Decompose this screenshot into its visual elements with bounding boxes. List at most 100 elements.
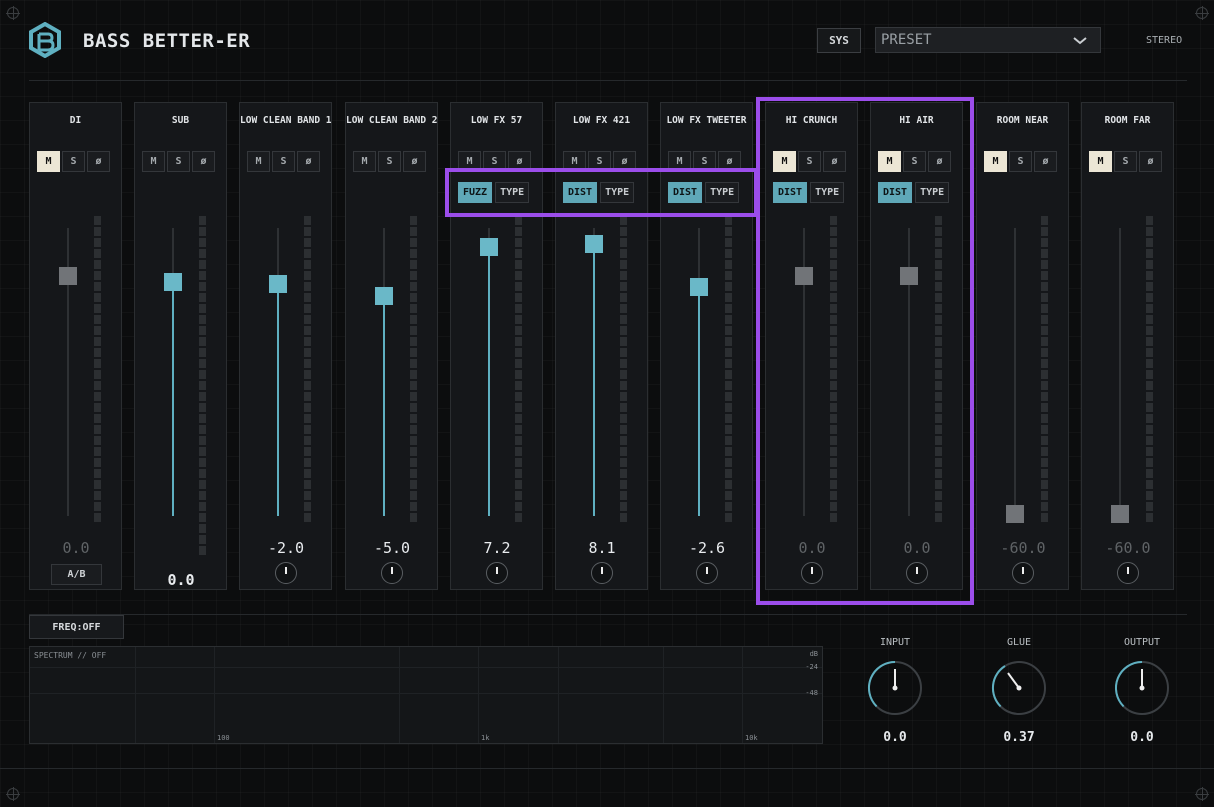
freq-toggle-button[interactable]: FREQ:OFF	[29, 615, 124, 639]
mute-button[interactable]: M	[142, 151, 165, 172]
fader-fill	[277, 284, 279, 516]
solo-button[interactable]: S	[167, 151, 190, 172]
phase-button[interactable]: ø	[1034, 151, 1057, 172]
fader-fill	[383, 296, 385, 516]
mute-button[interactable]: M	[353, 151, 376, 172]
header-divider	[29, 80, 1187, 81]
phase-button[interactable]: ø	[1139, 151, 1162, 172]
db-tick: -48	[805, 689, 818, 697]
solo-button[interactable]: S	[378, 151, 401, 172]
mute-button[interactable]: M	[247, 151, 270, 172]
pan-knob[interactable]	[696, 562, 718, 584]
level-meter	[199, 216, 206, 557]
spectrum-label: SPECTRUM // OFF	[34, 651, 107, 660]
glue-knob[interactable]	[990, 659, 1048, 717]
pan-knob[interactable]	[1117, 562, 1139, 584]
solo-button[interactable]: S	[272, 151, 295, 172]
preset-dropdown[interactable]: PRESET	[875, 27, 1101, 53]
fader-fill	[698, 287, 700, 516]
freq-tick: 100	[217, 734, 230, 742]
phase-button[interactable]: ø	[192, 151, 215, 172]
channel-name: LOW FX 421	[572, 115, 631, 126]
channel-name: ROOM FAR	[1104, 115, 1151, 126]
output-label: OUTPUT	[1123, 637, 1161, 648]
channel-strip: LOW CLEAN BAND 1 M S ø -2.0	[239, 102, 332, 590]
app-title: BASS BETTER-ER	[83, 30, 251, 52]
channel-strip: ROOM NEAR M S ø -60.0	[976, 102, 1069, 590]
db-unit-label: dB	[809, 650, 818, 658]
channel-name: DI	[69, 115, 82, 126]
input-knob[interactable]	[866, 659, 924, 717]
channel-value: 0.0	[167, 571, 195, 589]
app-logo-icon	[29, 22, 61, 58]
fader-handle[interactable]	[269, 275, 287, 293]
footer-divider	[0, 768, 1214, 769]
ab-compare-button[interactable]: A/B	[51, 564, 102, 585]
fader-track[interactable]	[1119, 228, 1121, 516]
freq-tick: 10k	[745, 734, 758, 742]
pan-knob[interactable]	[1012, 562, 1034, 584]
channel-name: LOW CLEAN BAND 2	[346, 115, 438, 126]
fader-handle[interactable]	[164, 273, 182, 291]
fader-track[interactable]	[1014, 228, 1016, 516]
fader-handle[interactable]	[690, 278, 708, 296]
solo-button[interactable]: S	[1114, 151, 1137, 172]
mute-button[interactable]: M	[1089, 151, 1112, 172]
fader-handle[interactable]	[1006, 505, 1024, 523]
mute-button[interactable]: M	[37, 151, 60, 172]
db-tick: -24	[805, 663, 818, 671]
corner-mark	[1195, 787, 1209, 801]
preset-label: PRESET	[881, 32, 932, 48]
channel-strip: SUB M S ø 0.0	[134, 102, 227, 590]
spectrum-display: SPECTRUM // OFF dB -24 -48 100 1k 10k	[29, 646, 823, 744]
level-meter	[304, 216, 311, 524]
level-meter	[94, 216, 101, 524]
hi-band-highlight	[756, 97, 974, 605]
fader-fill	[172, 282, 174, 516]
input-value: 0.0	[883, 730, 907, 745]
level-meter	[1146, 216, 1153, 524]
channel-value: 0.0	[62, 539, 90, 557]
fader-handle[interactable]	[1111, 505, 1129, 523]
corner-mark	[1195, 6, 1209, 20]
level-meter	[410, 216, 417, 524]
fader-handle[interactable]	[59, 267, 77, 285]
channel-name: LOW FX TWEETER	[666, 115, 747, 126]
output-knob[interactable]	[1113, 659, 1171, 717]
channel-value: 7.2	[483, 539, 511, 557]
channel-value: 8.1	[588, 539, 616, 557]
channel-value: -2.0	[267, 539, 305, 557]
glue-value: 0.37	[1003, 730, 1035, 745]
level-meter	[1041, 216, 1048, 524]
corner-mark	[6, 787, 20, 801]
section-divider	[29, 614, 1187, 615]
pan-knob[interactable]	[275, 562, 297, 584]
fader-fill	[593, 244, 595, 516]
fader-handle[interactable]	[585, 235, 603, 253]
channel-name: LOW CLEAN BAND 1	[240, 115, 332, 126]
mute-button[interactable]: M	[984, 151, 1007, 172]
solo-button[interactable]: S	[62, 151, 85, 172]
channel-name: SUB	[171, 115, 190, 126]
pan-knob[interactable]	[381, 562, 403, 584]
channel-value: -60.0	[1105, 539, 1151, 557]
sys-button[interactable]: SYS	[817, 28, 861, 53]
solo-button[interactable]: S	[1009, 151, 1032, 172]
input-label: INPUT	[879, 637, 911, 648]
pan-knob[interactable]	[486, 562, 508, 584]
level-meter	[515, 216, 522, 524]
phase-button[interactable]: ø	[87, 151, 110, 172]
channel-strip: ROOM FAR M S ø -60.0	[1081, 102, 1174, 590]
phase-button[interactable]: ø	[403, 151, 426, 172]
fader-handle[interactable]	[375, 287, 393, 305]
channel-name: ROOM NEAR	[996, 115, 1049, 126]
level-meter	[620, 216, 627, 524]
glue-label: GLUE	[1006, 637, 1032, 648]
output-mode-label: STEREO	[1146, 35, 1183, 46]
channel-strip: DI M S ø 0.0 A/B	[29, 102, 122, 590]
fader-handle[interactable]	[480, 238, 498, 256]
channel-value: -5.0	[373, 539, 411, 557]
phase-button[interactable]: ø	[297, 151, 320, 172]
pan-knob[interactable]	[591, 562, 613, 584]
channel-strip: LOW CLEAN BAND 2 M S ø -5.0	[345, 102, 438, 590]
